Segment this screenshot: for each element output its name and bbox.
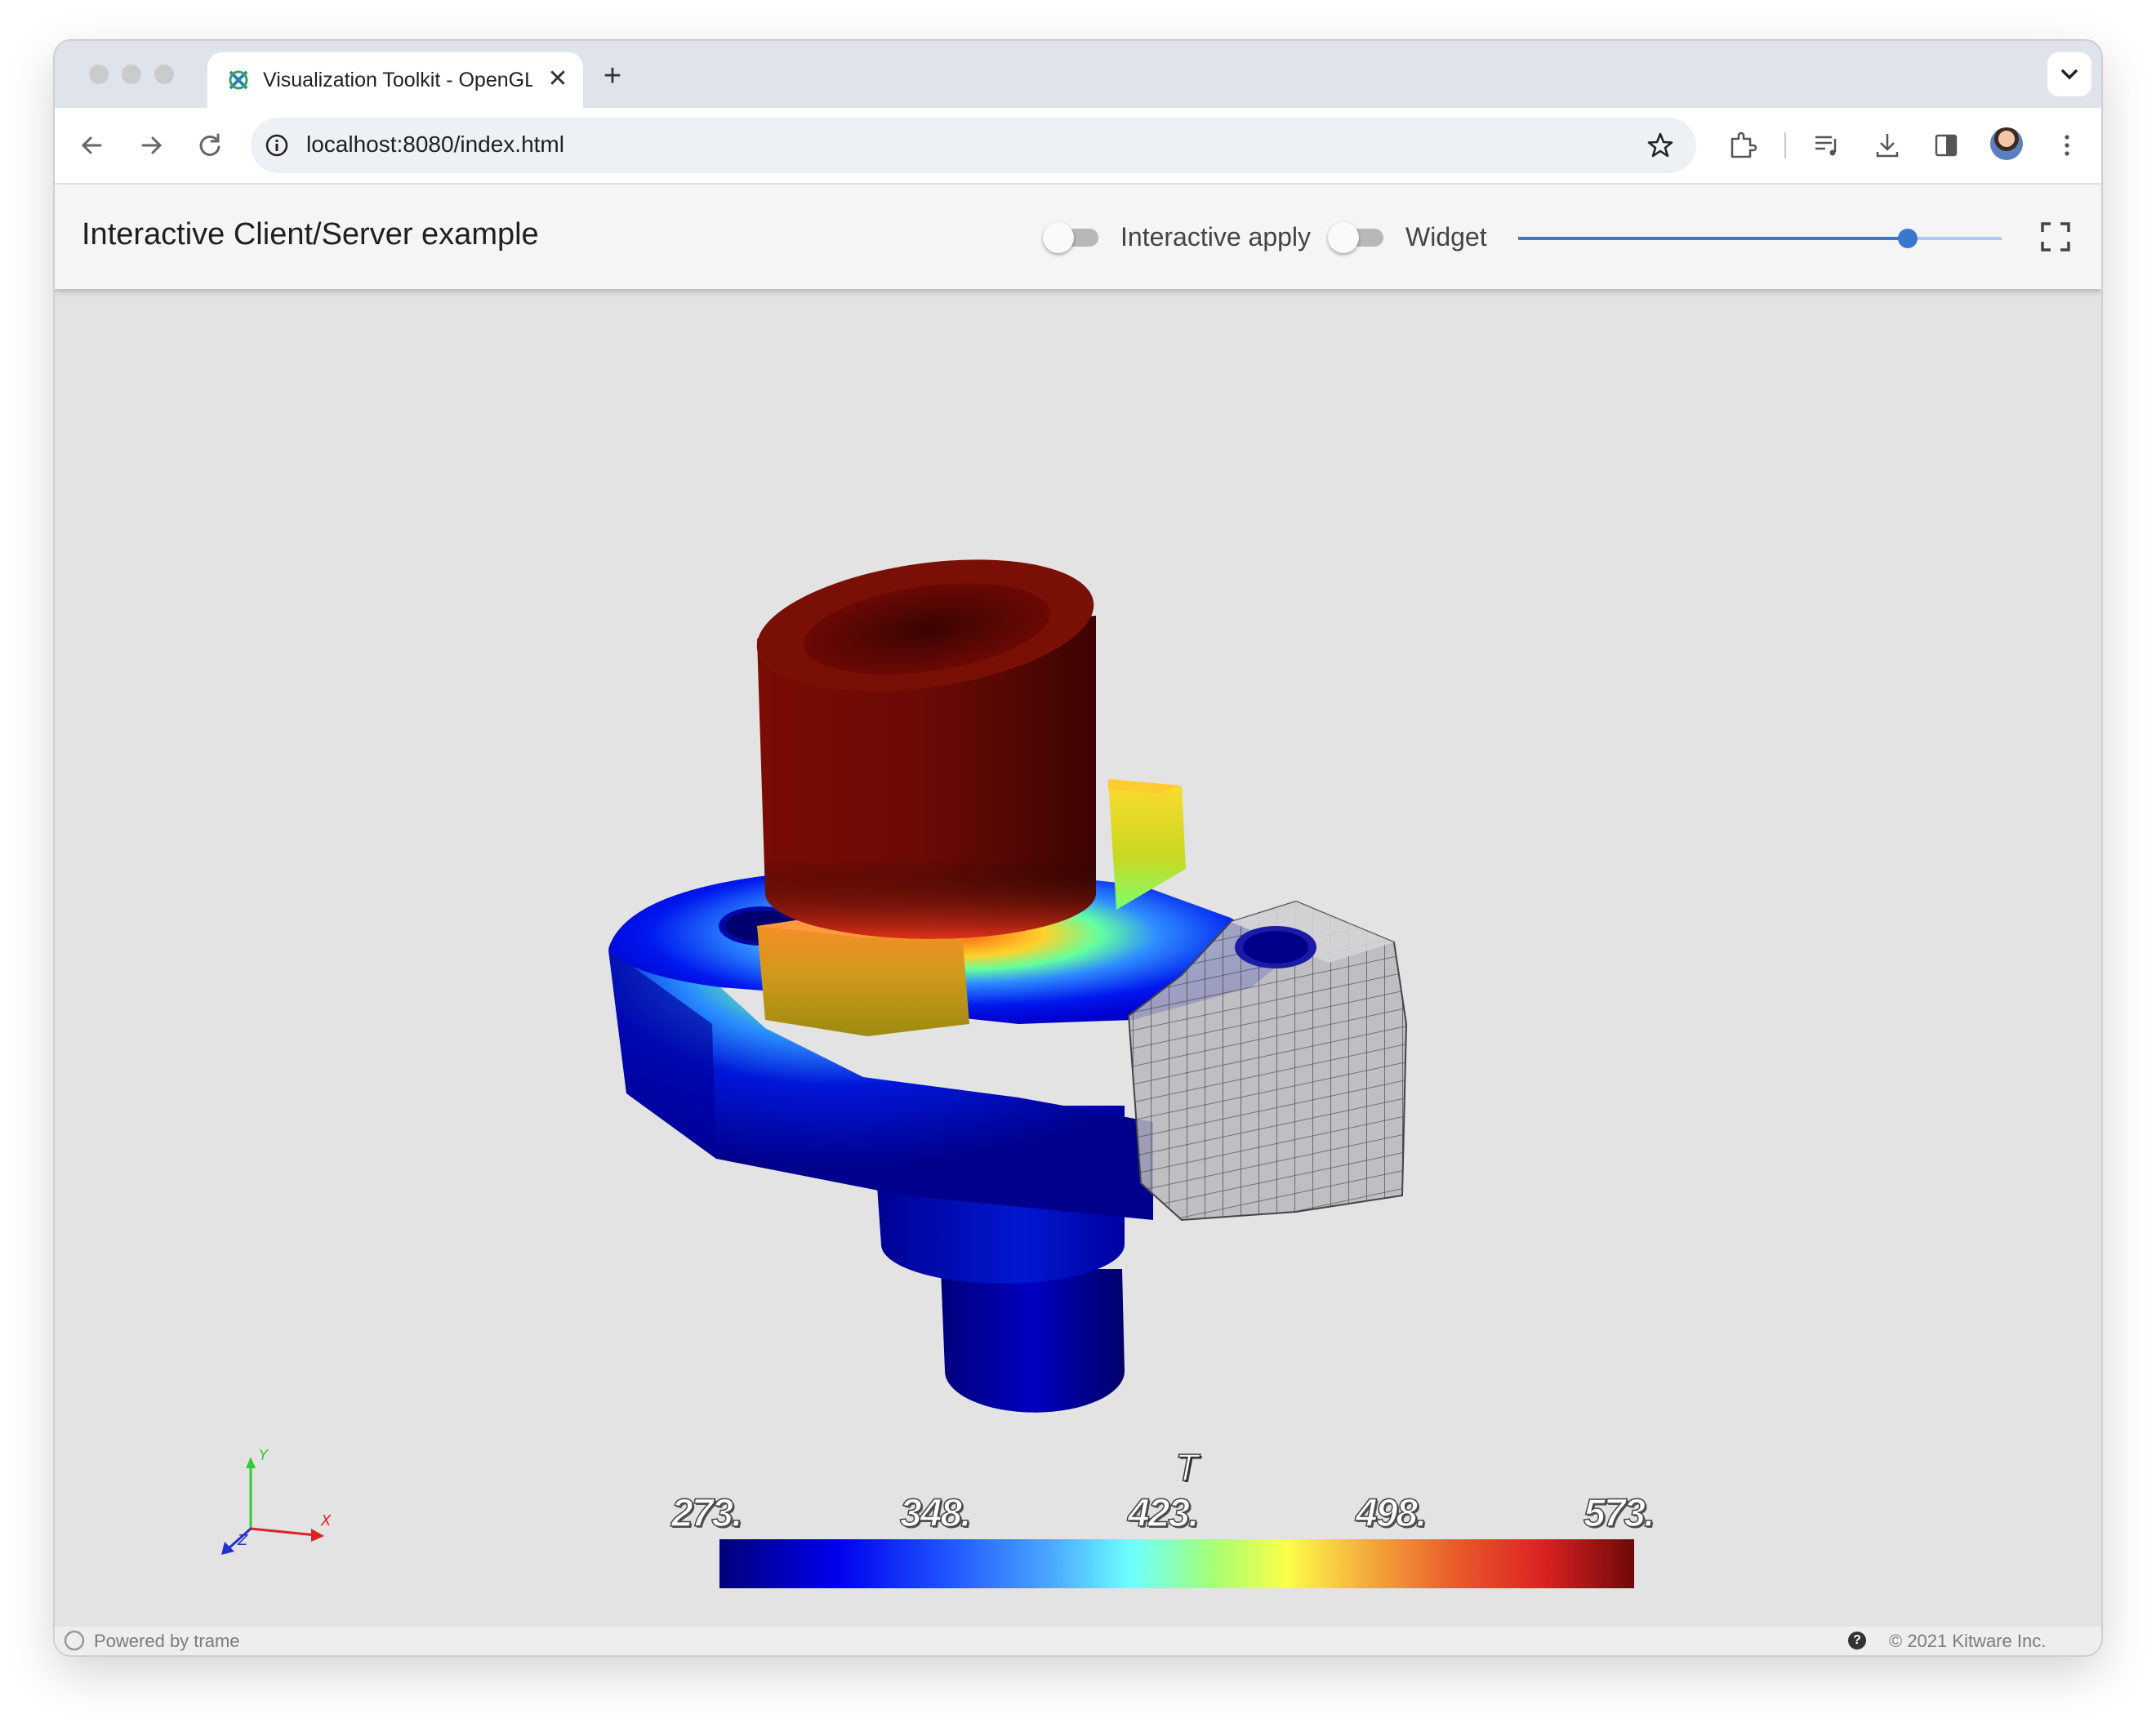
tab-title: Visualization Toolkit - OpenGL [263,69,532,91]
back-arrow-icon[interactable] [74,127,110,163]
copyright-text: © 2021 Kitware Inc. [1889,1631,2047,1651]
media-controls-icon[interactable] [1811,129,1843,162]
bookmark-star-icon[interactable] [1646,131,1675,160]
download-icon[interactable] [1871,129,1904,162]
app-toolbar: Interactive Client/Server example Intera… [55,185,2101,289]
fullscreen-icon[interactable] [2039,220,2072,253]
browser-toolbar: localhost:8080/index.html [55,108,2101,185]
browser-window: Visualization Toolkit - OpenGL ✕ + local… [55,41,2101,1655]
resolution-slider[interactable] [1518,222,2002,255]
toolbar-divider [1784,132,1786,158]
profile-avatar[interactable] [1990,127,2023,160]
new-tab-button[interactable]: + [598,60,627,91]
page-title: Interactive Client/Server example [82,217,539,252]
extensions-icon[interactable] [1726,129,1758,162]
color-legend-bar [719,1539,1634,1588]
reload-icon[interactable] [192,127,228,163]
widget-label[interactable]: Widget [1405,222,1487,252]
interactive-apply-label[interactable]: Interactive apply [1120,222,1311,252]
footer-bar: Powered by trame ? © 2021 Kitware Inc. [55,1627,2101,1655]
colorbar-title: T [1174,1445,1199,1489]
chevron-down-icon [2061,69,2078,80]
minimize-window-dot[interactable] [122,65,141,84]
orientation-axes-icon: Y X Z [221,1447,332,1555]
powered-by-link[interactable]: Powered by trame [94,1631,240,1652]
slider-fill [1518,237,1908,240]
tab-active[interactable]: Visualization Toolkit - OpenGL ✕ [207,52,583,108]
switch-thumb[interactable] [1328,222,1359,253]
vtk-logo-icon [229,70,248,90]
close-window-dot[interactable] [89,65,109,84]
axis-y-label: Y [259,1447,270,1464]
colorbar-tick: 573. [1583,1491,1655,1536]
rendered-part-model[interactable] [55,289,2101,1627]
forward-arrow-icon[interactable] [133,127,169,163]
side-panel-icon[interactable] [1930,129,1962,162]
tab-strip: Visualization Toolkit - OpenGL ✕ + [55,41,2101,108]
zoom-window-dot[interactable] [154,65,174,84]
colorbar-tick: 423. [1127,1491,1200,1536]
axis-z-label: Z [237,1532,248,1549]
axis-x-label: X [320,1512,332,1529]
render-view[interactable]: T 273. 348. 423. 498. 573. Y X Z [55,289,2101,1627]
switch-thumb[interactable] [1043,222,1074,253]
trame-logo-icon [64,1630,85,1651]
site-info-icon[interactable] [264,132,290,158]
tab-search-button[interactable] [2047,52,2091,96]
kebab-menu-icon[interactable] [2051,129,2083,162]
colorbar-tick: 498. [1355,1491,1428,1536]
help-icon[interactable]: ? [1848,1632,1866,1650]
slider-thumb[interactable] [1897,229,1918,248]
interactive-apply-switch[interactable] [1043,220,1102,253]
colorbar-tick: 348. [899,1491,972,1536]
widget-switch[interactable] [1328,220,1387,253]
url-text[interactable]: localhost:8080/index.html [306,131,564,158]
colorbar-tick: 273. [670,1491,743,1536]
address-bar[interactable]: localhost:8080/index.html [251,118,1696,173]
close-tab-icon[interactable]: ✕ [544,65,572,93]
